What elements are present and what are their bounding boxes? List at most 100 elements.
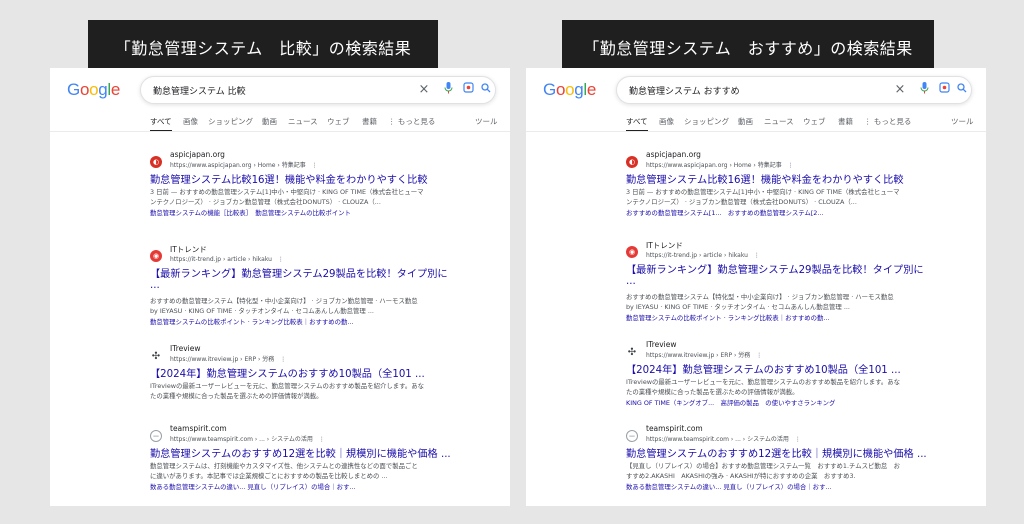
search-result: ◐ aspicjapan.org https://www.aspicjapan.… xyxy=(150,150,480,220)
teamspirit-favicon-icon: — xyxy=(150,430,162,442)
result-title-continued[interactable]: ... xyxy=(150,280,160,291)
result-url[interactable]: https://it-trend.jp › article › hikaku ⋮ xyxy=(646,250,760,259)
result-title[interactable]: 【最新ランキング】勤怠管理システム29製品を比較！タイプ別に xyxy=(626,261,924,276)
teamspirit-favicon-icon: — xyxy=(626,430,638,442)
result-sitelinks[interactable]: おすすめの勤怠管理システム[1... おすすめの勤怠管理システム[2... xyxy=(626,208,823,217)
result-title[interactable]: 【最新ランキング】勤怠管理システム29製品を比較！タイプ別に xyxy=(150,265,448,280)
left-search-screenshot: Google 勤怠管理システム 比較 × すべて 画像 ショッピング 動画 ニュ… xyxy=(50,68,510,506)
result-sitelinks[interactable]: 数ある勤怠管理システムの違い... 見直し（リプレイス）の場合｜おす... xyxy=(626,482,832,491)
search-icon[interactable] xyxy=(479,82,493,98)
result-url[interactable]: https://www.itreview.jp › ERP › 労務 ⋮ xyxy=(646,350,762,359)
tab-shopping[interactable]: ショッピング xyxy=(684,116,729,127)
result-url[interactable]: https://www.teamspirit.com › ... › システムの… xyxy=(646,434,801,443)
itreview-favicon-icon: ✣ xyxy=(150,350,162,362)
result-sitelinks[interactable]: KING OF TIME（キングオブ... 高評価の製品 の使いやすさランキング xyxy=(626,398,835,407)
itreview-favicon-icon: ✣ xyxy=(626,346,638,358)
clear-icon[interactable]: × xyxy=(417,82,431,98)
tab-videos[interactable]: 動画 xyxy=(262,116,277,127)
tab-images[interactable]: 画像 xyxy=(659,116,674,127)
result-title[interactable]: 勤怠管理システム比較16選！機能や料金をわかりやすく比較 xyxy=(626,171,904,186)
header-divider xyxy=(50,131,510,132)
google-logo[interactable]: Google xyxy=(543,80,596,100)
lens-icon[interactable] xyxy=(937,82,951,98)
tab-tools[interactable]: ツール xyxy=(951,116,974,127)
result-snippet: たの業種や規模に合った製品を選ぶための評価情報が満載。 xyxy=(626,388,799,396)
result-site[interactable]: ITreview xyxy=(646,340,677,349)
result-site[interactable]: teamspirit.com xyxy=(646,424,703,433)
tab-images[interactable]: 画像 xyxy=(183,116,198,127)
search-icon[interactable] xyxy=(955,82,969,98)
result-title[interactable]: 勤怠管理システムのおすすめ12選を比較｜規模別に機能や価格 ... xyxy=(150,445,451,460)
result-url[interactable]: https://www.itreview.jp › ERP › 労務 ⋮ xyxy=(170,354,286,363)
result-snippet: に違いがあります。本記事では企業規模ごとにおすすめの製品を比較しまとめの ... xyxy=(150,472,388,480)
search-result: ✣ ITreview https://www.itreview.jp › ERP… xyxy=(150,344,480,404)
result-snippet: すすめ2.AKASHI AKASHIの強み · AKASHIが特におすすめの企業… xyxy=(626,472,856,480)
search-result: — teamspirit.com https://www.teamspirit.… xyxy=(626,424,956,496)
aspic-favicon-icon: ◐ xyxy=(626,156,638,168)
search-result: ◉ ITトレンド https://it-trend.jp › article ›… xyxy=(626,240,956,325)
search-box[interactable]: 勤怠管理システム おすすめ × xyxy=(616,76,972,104)
tab-shopping[interactable]: ショッピング xyxy=(208,116,253,127)
ittrend-favicon-icon: ◉ xyxy=(150,250,162,262)
right-search-screenshot: Google 勤怠管理システム おすすめ × すべて 画像 ショッピング 動画 … xyxy=(526,68,986,506)
tab-more[interactable]: ⋮ もっと見る xyxy=(388,116,435,127)
ittrend-favicon-icon: ◉ xyxy=(626,246,638,258)
google-logo[interactable]: Google xyxy=(67,80,120,100)
tab-books[interactable]: 書籍 xyxy=(838,116,853,127)
header-divider xyxy=(526,131,986,132)
result-sitelinks[interactable]: 勤怠管理システムの比較ポイント · ランキング比較表｜おすすめの勤... xyxy=(626,313,830,322)
search-input[interactable]: 勤怠管理システム おすすめ xyxy=(629,84,740,97)
tab-all[interactable]: すべて xyxy=(150,116,172,132)
result-title[interactable]: 【2024年】勤怠管理システムのおすすめ10製品（全101 ... xyxy=(626,361,901,376)
mic-icon[interactable] xyxy=(441,82,455,99)
result-snippet: 勤怠管理システムは、打刻機能やカスタマイズ性、他システムとの連携性などの面で製品… xyxy=(150,462,418,470)
result-snippet: おすすめの勤怠管理システム【特化型・中小企業向け】 · ジョブカン勤怠管理 · … xyxy=(150,297,418,305)
tab-news[interactable]: ニュース xyxy=(288,116,318,127)
search-result: ◐ aspicjapan.org https://www.aspicjapan.… xyxy=(626,150,956,220)
aspic-favicon-icon: ◐ xyxy=(150,156,162,168)
tab-tools[interactable]: ツール xyxy=(475,116,498,127)
result-snippet: by IEYASU · KING OF TIME · タッチオンタイム · セコ… xyxy=(150,307,374,315)
search-input[interactable]: 勤怠管理システム 比較 xyxy=(153,84,246,97)
tab-web[interactable]: ウェブ xyxy=(803,116,826,127)
result-site[interactable]: teamspirit.com xyxy=(170,424,227,433)
search-result: ◉ ITトレンド https://it-trend.jp › article ›… xyxy=(150,244,480,329)
result-title[interactable]: 勤怠管理システムのおすすめ12選を比較｜規模別に機能や価格 ... xyxy=(626,445,927,460)
result-snippet: 3 日前 — おすすめの勤怠管理システム[1]中小・中堅向け · KING OF… xyxy=(150,188,424,196)
result-site[interactable]: aspicjapan.org xyxy=(646,150,701,159)
tab-videos[interactable]: 動画 xyxy=(738,116,753,127)
left-caption: 「勤怠管理システム 比較」の検索結果 xyxy=(88,20,438,74)
tab-news[interactable]: ニュース xyxy=(764,116,794,127)
result-snippet: ンテクノロジーズ） · ジョブカン勤怠管理（株式会社DONUTS） · CLOU… xyxy=(626,198,857,206)
result-snippet: 3 日前 — おすすめの勤怠管理システム[1]中小・中堅向け · KING OF… xyxy=(626,188,900,196)
lens-icon[interactable] xyxy=(461,82,475,98)
result-url[interactable]: https://www.teamspirit.com › ... › システムの… xyxy=(170,434,325,443)
search-header: Google 勤怠管理システム おすすめ × xyxy=(526,68,986,114)
search-box[interactable]: 勤怠管理システム 比較 × xyxy=(140,76,496,104)
result-snippet: ITreviewの最新ユーザーレビューを元に、勤怠管理システムのおすすめ製品を紹… xyxy=(150,382,425,390)
result-snippet: ンテクノロジーズ） · ジョブカン勤怠管理（株式会社DONUTS） · CLOU… xyxy=(150,198,381,206)
search-header: Google 勤怠管理システム 比較 × xyxy=(50,68,510,114)
result-snippet: ITreviewの最新ユーザーレビューを元に、勤怠管理システムのおすすめ製品を紹… xyxy=(626,378,901,386)
result-site[interactable]: aspicjapan.org xyxy=(170,150,225,159)
clear-icon[interactable]: × xyxy=(893,82,907,98)
tab-more[interactable]: ⋮ もっと見る xyxy=(864,116,911,127)
search-result: ✣ ITreview https://www.itreview.jp › ERP… xyxy=(626,340,956,412)
result-title[interactable]: 勤怠管理システム比較16選！機能や料金をわかりやすく比較 xyxy=(150,171,428,186)
result-snippet: 【見直し（リプレイス）の場合】おすすめ勤怠管理システム一覧 おすすめ1.チムスピ… xyxy=(626,462,900,470)
result-sitelinks[interactable]: 勤怠管理システムの機能［比較表］ 勤怠管理システムの比較ポイント xyxy=(150,208,351,217)
result-url[interactable]: https://it-trend.jp › article › hikaku ⋮ xyxy=(170,254,284,263)
result-site[interactable]: ITreview xyxy=(170,344,201,353)
result-url[interactable]: https://www.aspicjapan.org › Home › 特集記事… xyxy=(170,160,318,169)
result-snippet: たの業種や規模に合った製品を選ぶための評価情報が満載。 xyxy=(150,392,323,400)
result-sitelinks[interactable]: 勤怠管理システムの比較ポイント · ランキング比較表｜おすすめの勤... xyxy=(150,317,354,326)
result-url[interactable]: https://www.aspicjapan.org › Home › 特集記事… xyxy=(646,160,794,169)
tab-books[interactable]: 書籍 xyxy=(362,116,377,127)
tab-all[interactable]: すべて xyxy=(626,116,648,132)
mic-icon[interactable] xyxy=(917,82,931,99)
result-title[interactable]: 【2024年】勤怠管理システムのおすすめ10製品（全101 ... xyxy=(150,365,425,380)
result-snippet: おすすめの勤怠管理システム【特化型・中小企業向け】 · ジョブカン勤怠管理 · … xyxy=(626,293,894,301)
result-sitelinks[interactable]: 数ある勤怠管理システムの違い... 見直し（リプレイス）の場合｜おす... xyxy=(150,482,356,491)
tab-web[interactable]: ウェブ xyxy=(327,116,350,127)
result-title-continued[interactable]: ... xyxy=(626,276,636,287)
